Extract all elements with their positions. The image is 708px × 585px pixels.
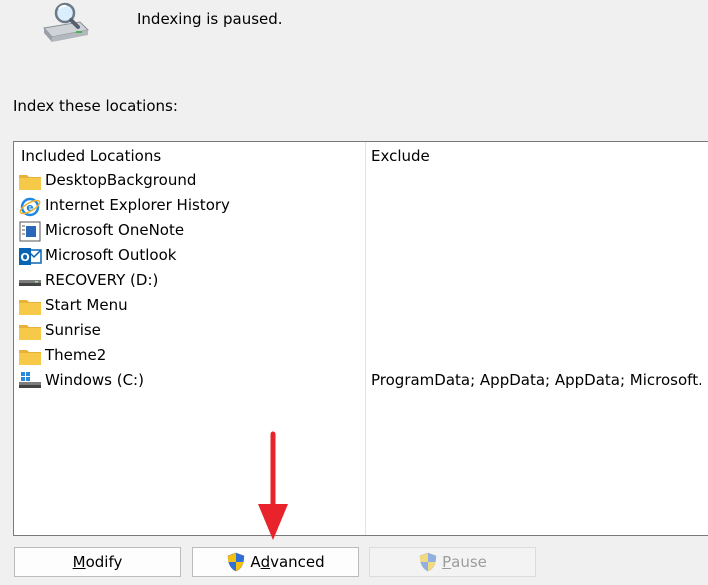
index-locations-label: Index these locations: [13, 97, 178, 115]
location-row[interactable]: Sunrise [14, 319, 708, 344]
location-name: Theme2 [45, 346, 107, 364]
pause-label-rest: ause [451, 553, 487, 571]
modify-label-rest: odify [85, 553, 123, 571]
pause-access-key: P [442, 553, 452, 571]
location-row[interactable]: Start Menu [14, 294, 708, 319]
onenote-icon [18, 221, 42, 242]
location-row[interactable]: RECOVERY (D:) [14, 269, 708, 294]
location-row[interactable]: Theme2 [14, 344, 708, 369]
location-name: Windows (C:) [45, 371, 144, 389]
location-name: Microsoft Outlook [45, 246, 177, 264]
outlook-icon: O [18, 246, 42, 267]
drive-icon [18, 271, 42, 292]
folder-icon [18, 171, 42, 192]
location-row[interactable]: Windows (C:) ProgramData; AppData; AppDat… [14, 369, 708, 394]
folder-icon [18, 321, 42, 342]
locations-table[interactable]: Included Locations Exclude DesktopBackgr… [13, 141, 708, 536]
location-row[interactable]: O Microsoft Outlook [14, 244, 708, 269]
svg-text:O: O [20, 251, 29, 264]
indexing-status: Indexing is paused. [0, 0, 708, 60]
windows-drive-icon [18, 371, 42, 392]
uac-shield-icon [226, 552, 246, 572]
location-row[interactable]: DesktopBackground [14, 169, 708, 194]
location-name: Internet Explorer History [45, 196, 230, 214]
location-name: RECOVERY (D:) [45, 271, 159, 289]
location-name: DesktopBackground [45, 171, 197, 189]
folder-icon [18, 296, 42, 317]
column-header-exclude[interactable]: Exclude [371, 147, 430, 165]
red-arrow-down-icon [256, 430, 290, 542]
location-exclusions: ProgramData; AppData; AppData; Microsoft… [371, 371, 701, 389]
location-name: Microsoft OneNote [45, 221, 185, 239]
status-message: Indexing is paused. [137, 10, 283, 28]
location-name: Start Menu [45, 296, 128, 314]
advanced-label-rest: vanced [270, 553, 325, 571]
column-header-included[interactable]: Included Locations [21, 147, 161, 165]
modify-button[interactable]: Modify [14, 547, 181, 577]
internet-explorer-icon: e [18, 196, 42, 217]
location-row[interactable]: Microsoft OneNote [14, 219, 708, 244]
advanced-access-key: d [260, 553, 271, 571]
location-row[interactable]: e Internet Explorer History [14, 194, 708, 219]
pause-button[interactable]: Pause [369, 547, 536, 577]
folder-icon [18, 346, 42, 367]
indexing-drive-magnifier-icon [40, 0, 92, 46]
advanced-button[interactable]: Ad vanced [192, 547, 359, 577]
modify-access-key: M [72, 553, 86, 571]
uac-shield-icon [418, 552, 438, 572]
location-name: Sunrise [45, 321, 101, 339]
advanced-label-first: A [250, 553, 261, 571]
